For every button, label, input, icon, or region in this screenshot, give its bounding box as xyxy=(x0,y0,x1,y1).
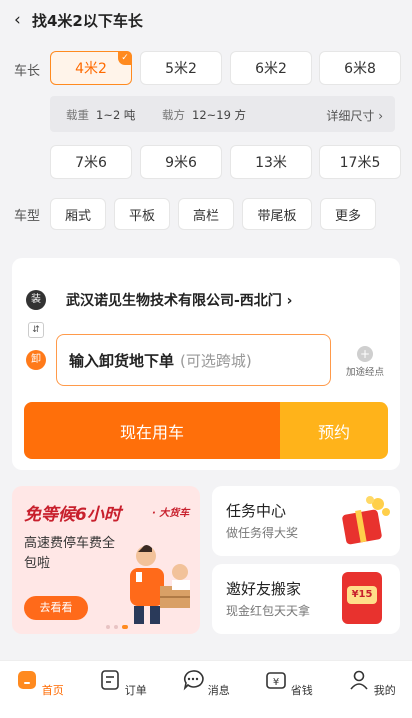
svg-text:¥: ¥ xyxy=(273,677,279,688)
type-option-high-rail[interactable]: 高栏 xyxy=(178,198,234,230)
type-option-label: 厢式 xyxy=(64,208,91,224)
volume-value: 12~19 方 xyxy=(192,108,247,122)
tab-orders[interactable]: 订单 xyxy=(93,669,153,698)
task-center-card[interactable]: 任务中心 做任务得大奖 xyxy=(212,486,400,556)
back-icon[interactable]: ‹ xyxy=(14,10,21,30)
length-option-5m2[interactable]: 5米2 xyxy=(140,51,222,85)
gift-box-icon xyxy=(342,496,390,545)
length-option-label: 7米6 xyxy=(75,155,107,171)
check-icon: ✓ xyxy=(118,51,132,65)
delivery-workers-illustration xyxy=(130,545,190,624)
order-icon xyxy=(101,670,120,690)
add-waypoint-button[interactable]: + 加途经点 xyxy=(342,346,388,378)
type-option-more[interactable]: 更多 xyxy=(320,198,376,230)
type-option-label: 高栏 xyxy=(192,208,219,224)
page-title: 找4米2以下车长 xyxy=(32,12,143,30)
plus-icon: + xyxy=(357,346,373,362)
carousel-dot xyxy=(106,625,110,629)
carousel-dots xyxy=(106,625,128,629)
tab-messages[interactable]: 消息 xyxy=(176,669,236,698)
length-option-17m5[interactable]: 17米5 xyxy=(319,145,401,179)
length-option-4m2[interactable]: 4米2 ✓ xyxy=(50,51,132,85)
length-option-label: 6米8 xyxy=(344,61,376,77)
detail-size-link[interactable]: 详细尺寸 › xyxy=(326,107,383,124)
invite-friends-card[interactable]: 邀好友搬家 现金红包天天拿 ¥15 xyxy=(212,564,400,634)
unload-address-input[interactable]: 输入卸货地下单 (可选跨城) xyxy=(56,334,331,386)
promo-tag: · 大货车 xyxy=(152,508,190,519)
reserve-button[interactable]: 预约 xyxy=(280,402,388,459)
volume-label: 载方 xyxy=(162,108,185,122)
add-waypoint-label: 加途经点 xyxy=(345,367,384,378)
tab-label: 我的 xyxy=(373,684,396,697)
carousel-dot xyxy=(114,625,118,629)
reserve-label: 预约 xyxy=(317,422,350,442)
unload-badge: 卸 xyxy=(26,350,46,370)
task-center-subtitle: 做任务得大奖 xyxy=(226,526,299,540)
length-option-label: 9米6 xyxy=(165,155,197,171)
promo-cta-button[interactable]: 去看看 xyxy=(24,596,88,620)
tab-profile[interactable]: 我的 xyxy=(342,669,402,698)
length-option-13m[interactable]: 13米 xyxy=(230,145,312,179)
bottom-tabbar: 首页 订单 消息 ¥ 省钱 我的 xyxy=(0,660,412,718)
load-weight-value: 1~2 吨 xyxy=(96,108,136,122)
swap-icon[interactable]: ⇵ xyxy=(28,322,44,338)
load-weight-label: 载重 xyxy=(66,108,89,122)
length-option-6m8[interactable]: 6米8 xyxy=(319,51,401,85)
type-option-label: 更多 xyxy=(334,208,361,224)
type-option-flatbed[interactable]: 平板 xyxy=(114,198,170,230)
type-option-tail-lift[interactable]: 带尾板 xyxy=(242,198,312,230)
coupon-icon: ¥ xyxy=(266,672,287,689)
length-option-7m6[interactable]: 7米6 xyxy=(50,145,132,179)
tab-label: 消息 xyxy=(207,684,230,697)
length-option-label: 4米2 xyxy=(75,61,107,77)
type-option-label: 带尾板 xyxy=(257,208,297,224)
load-address[interactable]: 武汉诺见生物技术有限公司-西北门 › xyxy=(66,290,292,310)
length-option-label: 17米5 xyxy=(339,155,381,171)
length-option-9m6[interactable]: 9米6 xyxy=(140,145,222,179)
task-center-title: 任务中心 xyxy=(226,502,287,520)
unload-placeholder: 输入卸货地下单 xyxy=(69,351,175,370)
length-option-label: 13米 xyxy=(255,155,287,171)
carousel-dot-active xyxy=(122,625,128,629)
invite-subtitle: 现金红包天天拿 xyxy=(226,604,311,618)
length-option-label: 5米2 xyxy=(165,61,197,77)
use-now-button[interactable]: 现在用车 xyxy=(24,402,280,459)
envelope-amount: ¥15 xyxy=(347,586,377,604)
profile-icon xyxy=(350,670,368,690)
type-label: 车型 xyxy=(14,209,41,224)
message-icon xyxy=(183,670,204,691)
tab-label: 省钱 xyxy=(290,684,313,697)
tab-label: 首页 xyxy=(41,684,64,697)
red-envelope-icon: ¥15 xyxy=(342,572,382,624)
order-card: 装 武汉诺见生物技术有限公司-西北门 › ⇵ 卸 输入卸货地下单 (可选跨城) … xyxy=(12,258,400,470)
tab-label: 订单 xyxy=(124,684,147,697)
promo-cta-label: 去看看 xyxy=(39,601,73,614)
spec-bar: 载重 1~2 吨 载方 12~19 方 详细尺寸 › xyxy=(50,96,395,132)
length-label: 车长 xyxy=(14,64,41,79)
invite-title: 邀好友搬家 xyxy=(226,580,302,598)
tab-savings[interactable]: ¥ 省钱 xyxy=(259,669,319,698)
tab-home[interactable]: 首页 xyxy=(10,669,70,698)
header: ‹ 找4米2以下车长 xyxy=(0,0,412,42)
unload-hint: (可选跨城) xyxy=(180,351,252,370)
length-option-label: 6米2 xyxy=(255,61,287,77)
load-badge: 装 xyxy=(26,290,46,310)
type-option-label: 平板 xyxy=(128,208,155,224)
length-option-6m2[interactable]: 6米2 xyxy=(230,51,312,85)
promo-title: 免等候6小时 xyxy=(24,505,121,525)
use-now-label: 现在用车 xyxy=(119,422,184,442)
type-option-box[interactable]: 厢式 xyxy=(50,198,106,230)
promo-banner[interactable]: 免等候6小时 · 大货车 高速费停车费全包啦 去看看 xyxy=(12,486,200,634)
home-icon xyxy=(18,671,37,689)
